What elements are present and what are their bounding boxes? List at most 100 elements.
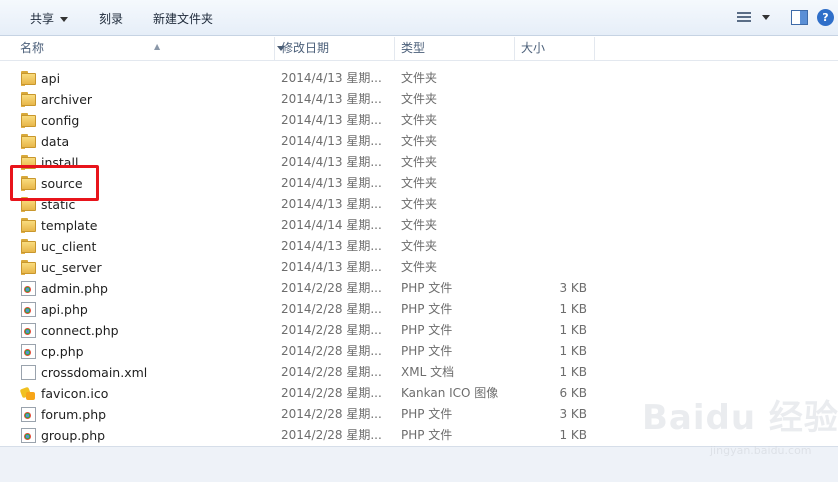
file-modified-date: 2014/2/28 星期... [281,428,382,442]
file-type: 文件夹 [401,176,438,190]
file-size: 3 KB [559,407,587,421]
file-modified-date: 2014/2/28 星期... [281,386,382,400]
folder-icon [21,71,36,86]
folder-icon [21,113,36,128]
file-name: cp.php [41,344,84,359]
file-type: PHP 文件 [401,302,453,316]
php-file-icon [21,323,36,338]
file-modified-date: 2014/2/28 星期... [281,365,382,379]
file-modified-date: 2014/4/13 星期... [281,92,382,106]
column-size[interactable]: 大小 [515,37,595,61]
file-name: favicon.ico [41,386,109,401]
file-name: admin.php [41,281,108,296]
image-file-icon [19,386,36,401]
view-options-chevron-icon[interactable] [762,15,770,20]
file-row[interactable]: crossdomain.xml 2014/2/28 星期... XML 文档 1 KB [0,362,838,383]
file-row[interactable]: template 2014/4/14 星期... 文件夹 [0,215,838,236]
new-folder-button[interactable]: 新建文件夹 [153,10,213,27]
file-size [520,68,587,89]
file-row[interactable]: api.php 2014/2/28 星期... PHP 文件 1 KB [0,299,838,320]
burn-button[interactable]: 刻录 [99,10,123,27]
php-file-icon [21,281,36,296]
file-size [520,89,587,110]
file-modified-date: 2014/2/28 星期... [281,302,382,316]
php-file-icon [21,428,36,443]
php-file-icon [21,302,36,317]
file-size [520,215,587,236]
column-type[interactable]: 类型 [395,37,515,61]
share-button[interactable]: 共享 [30,10,69,27]
file-size: 1 KB [559,365,587,379]
file-type: PHP 文件 [401,344,453,358]
details-view-icon[interactable] [737,12,751,24]
file-size [520,257,587,278]
file-row[interactable]: admin.php 2014/2/28 星期... PHP 文件 3 KB [0,278,838,299]
file-name: data [41,134,70,149]
file-name: config [41,113,80,128]
file-type: 文件夹 [401,71,438,85]
file-size [520,131,587,152]
file-name: connect.php [41,323,119,338]
share-label: 共享 [30,12,55,26]
file-row[interactable]: uc_client 2014/4/13 星期... 文件夹 [0,236,838,257]
file-modified-date: 2014/2/28 星期... [281,323,382,337]
file-size [520,194,587,215]
file-size [520,236,587,257]
file-type: 文件夹 [401,92,438,106]
file-name: forum.php [41,407,107,422]
file-type: 文件夹 [401,197,438,211]
file-modified-date: 2014/4/13 星期... [281,113,382,127]
help-icon[interactable]: ? [817,9,834,26]
column-name[interactable]: 名称 ▲ [14,37,285,61]
file-type: 文件夹 [401,155,438,169]
file-name: api [41,71,61,86]
file-row[interactable]: install 2014/4/13 星期... 文件夹 [0,152,838,173]
file-size: 1 KB [559,344,587,358]
folder-icon [21,260,36,275]
file-type: PHP 文件 [401,281,453,295]
file-size: 6 KB [559,386,587,400]
file-type: PHP 文件 [401,323,453,337]
file-size [520,110,587,131]
file-name: uc_client [41,239,97,254]
file-row[interactable]: cp.php 2014/2/28 星期... PHP 文件 1 KB [0,341,838,362]
file-name: template [41,218,98,233]
file-size: 1 KB [559,428,587,442]
file-row[interactable]: uc_server 2014/4/13 星期... 文件夹 [0,257,838,278]
file-type: 文件夹 [401,134,438,148]
file-name: group.php [41,428,106,443]
file-row[interactable]: static 2014/4/13 星期... 文件夹 [0,194,838,215]
file-row[interactable]: config 2014/4/13 星期... 文件夹 [0,110,838,131]
folder-icon [21,239,36,254]
folder-icon [21,92,36,107]
chevron-down-icon [60,17,69,22]
document-file-icon [21,365,36,380]
sort-ascending-icon: ▲ [154,42,161,51]
file-size: 1 KB [559,302,587,316]
highlight-annotation-box [10,165,99,201]
file-row[interactable]: connect.php 2014/2/28 星期... PHP 文件 1 KB [0,320,838,341]
file-modified-date: 2014/2/28 星期... [281,281,382,295]
watermark-url: jingyan.baidu.com [710,444,812,457]
preview-pane-icon[interactable] [791,10,808,25]
file-row[interactable]: archiver 2014/4/13 星期... 文件夹 [0,89,838,110]
column-name-label: 名称 [20,41,45,55]
folder-icon [21,218,36,233]
file-type: 文件夹 [401,113,438,127]
file-type: 文件夹 [401,239,438,253]
file-row[interactable]: api 2014/4/13 星期... 文件夹 [0,68,838,89]
file-type: Kankan ICO 图像 [401,386,499,400]
file-modified-date: 2014/4/13 星期... [281,155,382,169]
file-row[interactable]: source 2014/4/13 星期... 文件夹 [0,173,838,194]
column-modified[interactable]: 修改日期 [275,37,395,61]
file-name: uc_server [41,260,102,275]
file-type: PHP 文件 [401,428,453,442]
file-size [520,173,587,194]
file-size [520,152,587,173]
folder-icon [21,134,36,149]
file-modified-date: 2014/4/13 星期... [281,134,382,148]
file-row[interactable]: data 2014/4/13 星期... 文件夹 [0,131,838,152]
file-type: 文件夹 [401,218,438,232]
file-name: api.php [41,302,88,317]
file-modified-date: 2014/4/13 星期... [281,71,382,85]
